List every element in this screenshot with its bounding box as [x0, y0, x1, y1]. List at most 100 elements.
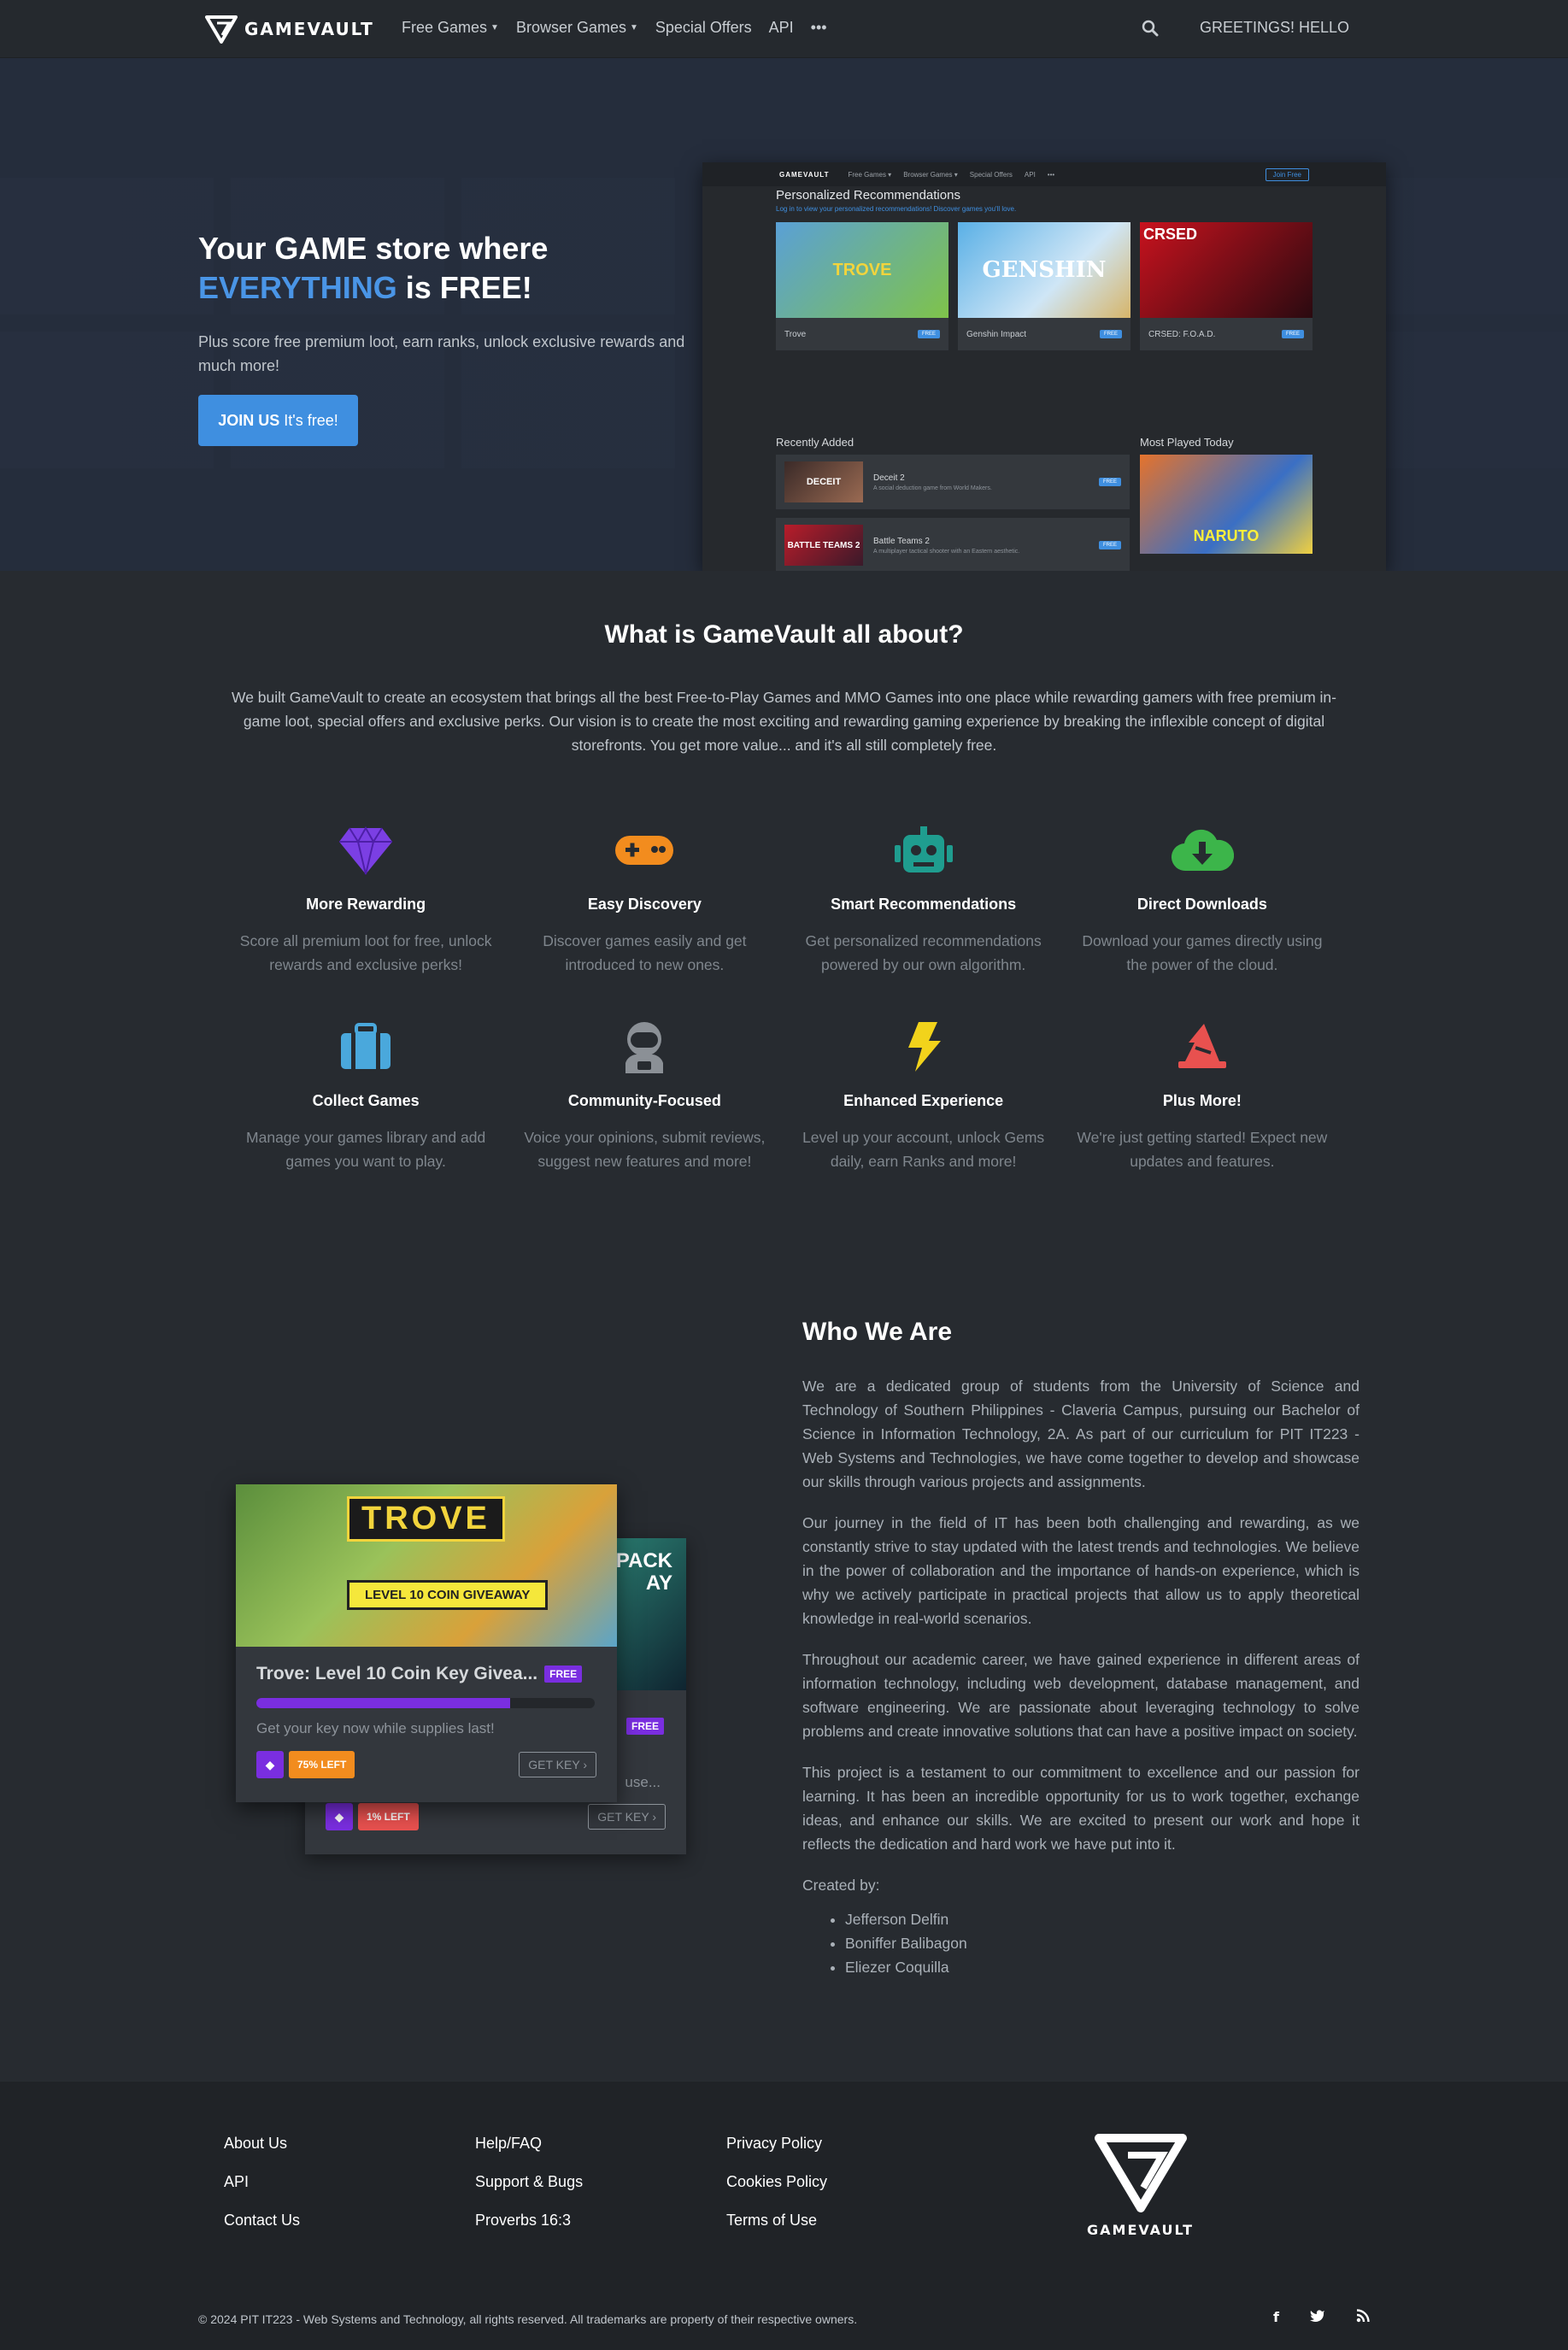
feature-desc: We're just getting started! Expect new u…: [1077, 1129, 1328, 1170]
footer-link-terms[interactable]: Terms of Use: [726, 2212, 827, 2230]
preview-heading: Personalized Recommendations: [776, 188, 960, 203]
about-title: What is GameVault all about?: [604, 620, 964, 649]
preview-recent-desc: A multiplayer tactical shooter with an E…: [873, 548, 1020, 555]
feature-title: More Rewarding: [306, 896, 426, 913]
social-links: f: [1273, 2309, 1370, 2325]
hero-title: Your GAME store where EVERYTHING is FREE…: [198, 229, 677, 308]
preview-note: Log in to view your personalized recomme…: [776, 205, 1017, 213]
nav-api[interactable]: API: [769, 19, 794, 37]
feature-desc: Level up your account, unlock Gems daily…: [802, 1129, 1045, 1170]
preview-recent-row: DECEIT Deceit 2 A social deduction game f…: [776, 455, 1130, 509]
who-paragraph: This project is a testament to our commi…: [802, 1764, 1360, 1853]
more-menu-icon[interactable]: •••: [811, 19, 827, 37]
footer-link-help[interactable]: Help/FAQ: [475, 2135, 583, 2153]
feature-title: Enhanced Experience: [843, 1092, 1004, 1109]
who-paragraph: Our journey in the field of IT has been …: [802, 1514, 1360, 1627]
footer-link-proverbs[interactable]: Proverbs 16:3: [475, 2212, 583, 2230]
who-we-are-title: Who We Are: [802, 1318, 953, 1346]
footer-link-api[interactable]: API: [224, 2173, 300, 2191]
giveaway-actions: ◆ 75% LEFT GET KEY ›: [256, 1751, 596, 1778]
feature-desc: Get personalized recommendations powered…: [805, 932, 1042, 973]
preview-game-card: GENSHIN Genshin Impact FREE: [958, 222, 1130, 350]
preview-most-played-art: NARUTO: [1140, 455, 1313, 554]
feature-desc: Score all premium loot for free, unlock …: [239, 932, 492, 973]
who-paragraph: Throughout our academic career, we have …: [802, 1651, 1360, 1740]
giveaway-subtitle: Get your key now while supplies last!: [256, 1720, 495, 1736]
user-astronaut-icon: [625, 1022, 664, 1073]
giveaway-card-front: TROVE LEVEL 10 COIN GIVEAWAY Trove: Leve…: [236, 1484, 617, 1802]
nav-free-games[interactable]: Free Games ▼: [402, 19, 499, 37]
preview-card-name: Genshin Impact: [966, 329, 1027, 339]
nav-browser-games-label: Browser Games: [515, 19, 626, 36]
footer-link-contact[interactable]: Contact Us: [224, 2212, 300, 2230]
giveaway-back-subtitle: use...: [625, 1774, 661, 1790]
preview-game-card: TROVE Trove FREE: [776, 222, 948, 350]
footer-link-about[interactable]: About Us: [224, 2135, 300, 2153]
join-us-button[interactable]: JOIN US It's free!: [198, 395, 358, 446]
get-key-button[interactable]: GET KEY ›: [519, 1752, 596, 1777]
who-we-are-body: We are a dedicated group of students fro…: [802, 1374, 1360, 1979]
members-list: Jefferson Delfin Boniffer Balibagon Elie…: [802, 1907, 1360, 1979]
feature-desc: Discover games easily and get introduced…: [543, 932, 747, 973]
search-icon[interactable]: [1142, 20, 1159, 37]
footer-link-support[interactable]: Support & Bugs: [475, 2173, 583, 2191]
footer-link-cookies[interactable]: Cookies Policy: [726, 2173, 827, 2191]
preview-nav-item: Browser Games ▾: [903, 170, 958, 179]
trove-logo: TROVE: [347, 1496, 505, 1542]
nav-special-offers[interactable]: Special Offers: [655, 19, 752, 37]
twitter-icon[interactable]: [1310, 2309, 1325, 2323]
preview-free-badge: FREE: [917, 330, 940, 338]
nav-browser-games[interactable]: Browser Games ▼: [516, 19, 638, 37]
preview-nav-item: Special Offers: [969, 170, 1013, 179]
preview-nav-item: Free Games ▾: [848, 170, 892, 179]
giveaway-sign: LEVEL 10 COIN GIVEAWAY: [347, 1580, 549, 1610]
preview-card-art: GENSHIN: [958, 222, 1130, 318]
feature-title: Easy Discovery: [587, 896, 702, 913]
created-by-label: Created by:: [802, 1877, 880, 1894]
preview-recent-desc: A social deduction game from World Maker…: [873, 485, 992, 491]
hero-subtitle: Plus score free premium loot, earn ranks…: [198, 333, 685, 374]
feature-smart-recommendations: Smart Recommendations Get personalized r…: [784, 820, 1063, 984]
chevron-down-icon: ▼: [490, 23, 499, 32]
preview-card-name: CRSED: F.O.A.D.: [1148, 329, 1216, 339]
robot-icon: [894, 826, 953, 872]
giveaway-back-art-title: PACK AY: [615, 1549, 672, 1595]
keys-left-badge: 75% LEFT: [289, 1751, 355, 1778]
footer-logo[interactable]: GAMEVAULT: [1087, 2133, 1194, 2238]
nav-free-games-label: Free Games: [402, 19, 488, 36]
feature-desc: Manage your games library and add games …: [246, 1129, 486, 1170]
nav-right: GREETINGS! HELLO: [1142, 19, 1349, 37]
rss-icon[interactable]: [1356, 2309, 1370, 2323]
preview-recent-name: Deceit 2: [873, 473, 905, 483]
site-preview-screenshot: GAMEVAULT Free Games ▾ Browser Games ▾ S…: [702, 162, 1386, 571]
giveaway-progress-fill: [256, 1698, 510, 1708]
giveaway-title-text: Trove: Level 10 Coin Key Givea...: [256, 1664, 538, 1683]
preview-recent-row: BATTLE TEAMS 2 Battle Teams 2 A multiplay…: [776, 518, 1130, 571]
free-badge: FREE: [625, 1718, 664, 1735]
main-nav: Free Games ▼ Browser Games ▼ Special Offer…: [402, 19, 827, 37]
feature-direct-downloads: Direct Downloads Download your games dir…: [1063, 820, 1342, 984]
facebook-icon[interactable]: f: [1273, 2309, 1279, 2325]
get-key-button[interactable]: GET KEY ›: [588, 1804, 666, 1830]
suitcase-icon: [341, 1023, 391, 1069]
feature-easy-discovery: Easy Discovery Discover games easily and…: [505, 820, 784, 984]
footer-link-privacy[interactable]: Privacy Policy: [726, 2135, 827, 2153]
preview-game-card: CRSED CRSED: F.O.A.D. FREE: [1140, 222, 1313, 350]
footer-col-1: About Us API Contact Us: [224, 2135, 300, 2230]
brand-logo[interactable]: GAMEVAULT: [205, 12, 374, 46]
greeting-text[interactable]: GREETINGS! HELLO: [1200, 19, 1349, 37]
preview-nav-item: API: [1024, 170, 1036, 179]
preview-recent-art: BATTLE TEAMS 2: [784, 525, 863, 566]
cloud-download-icon: [1171, 829, 1234, 872]
feature-community-focused: Community-Focused Voice your opinions, s…: [505, 1017, 784, 1181]
gamevault-logo-icon: [205, 15, 238, 44]
hero-title-line1: Your GAME store where: [198, 231, 549, 266]
features-grid: More Rewarding Score all premium loot fo…: [226, 820, 1342, 1181]
gamepad-icon: [615, 836, 674, 865]
feature-title: Smart Recommendations: [831, 896, 1017, 913]
preview-card-art: CRSED: [1140, 222, 1313, 318]
preview-recent-label: Recently Added: [776, 436, 854, 449]
join-us-sublabel: It's free!: [284, 411, 338, 429]
preview-most-label: Most Played Today: [1140, 436, 1234, 449]
preview-nav-item: •••: [1047, 170, 1055, 179]
